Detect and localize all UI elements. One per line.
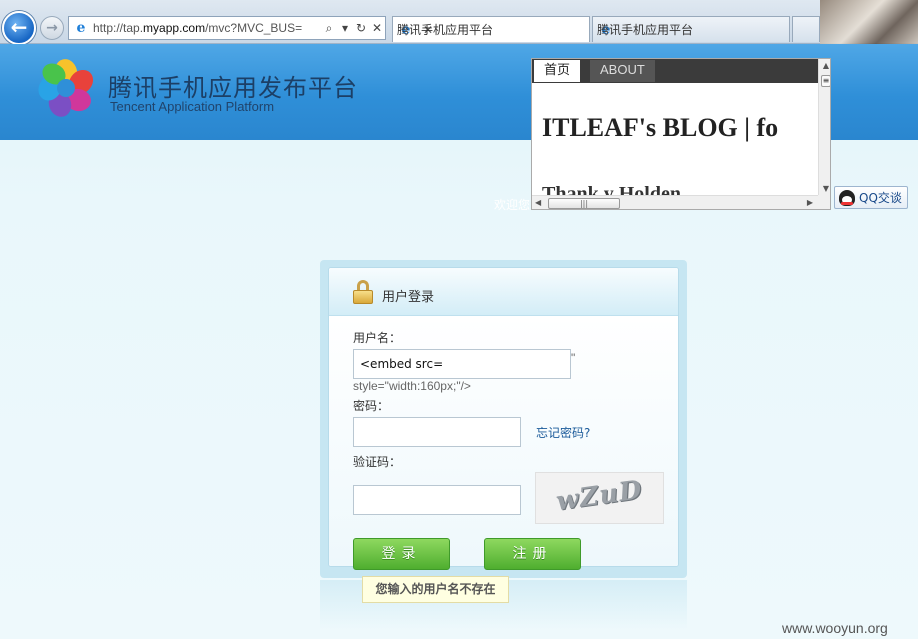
login-card-header: 用户登录 bbox=[329, 268, 678, 316]
qq-chat-button[interactable]: QQ交谈 bbox=[834, 186, 908, 209]
horizontal-scrollbar[interactable]: ◀ ||| ▶ bbox=[532, 195, 818, 209]
tab-active[interactable]: e 腾讯手机应用平台 ✕ bbox=[392, 16, 590, 42]
url-text[interactable]: http://tap.myapp.com/mvc?MVC_BUS= bbox=[93, 21, 321, 35]
forward-arrow-icon[interactable]: → bbox=[40, 16, 64, 40]
register-button[interactable]: 注册 bbox=[484, 538, 581, 570]
scroll-thumb[interactable]: ||| bbox=[548, 198, 620, 209]
captcha-input[interactable] bbox=[353, 485, 521, 515]
tencent-app-logo-icon bbox=[38, 59, 94, 117]
embed-nav-home[interactable]: 首页 bbox=[534, 60, 581, 82]
username-leak-quote: " bbox=[571, 351, 576, 365]
username-leak-style: style="width:160px;"/> bbox=[353, 379, 471, 393]
injected-embed-frame[interactable]: 首页 ABOUT ITLEAF's BLOG | fo Thank y Hold… bbox=[531, 58, 831, 210]
watermark: www.wooyun.org bbox=[782, 620, 888, 636]
back-arrow-icon[interactable]: ← bbox=[2, 11, 36, 45]
dropdown-arrow-icon[interactable]: ▾ bbox=[337, 21, 353, 35]
stop-icon[interactable]: ✕ bbox=[369, 21, 385, 35]
vertical-scrollbar[interactable]: ▲ ≡ ▼ bbox=[818, 59, 830, 195]
embed-nav-about[interactable]: ABOUT bbox=[590, 60, 655, 82]
qq-chat-label: QQ交谈 bbox=[859, 191, 902, 205]
site-title: 腾讯手机应用发布平台 bbox=[108, 74, 358, 102]
error-tooltip: 您输入的用户名不存在 bbox=[362, 576, 509, 603]
captcha-label: 验证码： bbox=[353, 455, 402, 469]
password-label: 密码： bbox=[353, 399, 390, 413]
embed-heading: ITLEAF's BLOG | fo bbox=[542, 113, 779, 142]
captcha-text: wZuD bbox=[554, 475, 645, 517]
embed-nav-bar: 首页 ABOUT bbox=[532, 59, 818, 83]
address-bar[interactable]: e http://tap.myapp.com/mvc?MVC_BUS= ⌕ ▾ … bbox=[68, 16, 386, 40]
tab-label: 腾讯手机应用平台 bbox=[597, 23, 694, 37]
scroll-up-icon[interactable]: ▲ bbox=[819, 61, 830, 70]
qq-penguin-icon bbox=[839, 189, 855, 206]
scroll-right-icon[interactable]: ▶ bbox=[807, 198, 813, 207]
tab-inactive[interactable]: e 腾讯手机应用平台 bbox=[592, 16, 790, 42]
search-icon[interactable]: ⌕ bbox=[321, 21, 337, 36]
welcome-text: 欢迎您 bbox=[494, 198, 531, 212]
tab-label: 腾讯手机应用平台 bbox=[397, 23, 494, 37]
captcha-image[interactable]: wZuD bbox=[535, 472, 664, 524]
refresh-icon[interactable]: ↻ bbox=[353, 21, 369, 35]
desktop-wallpaper-corner bbox=[820, 0, 918, 44]
site-subtitle: Tencent Application Platform bbox=[110, 99, 275, 114]
scroll-grip[interactable]: ≡ bbox=[821, 75, 830, 87]
username-label: 用户名： bbox=[353, 331, 402, 345]
forgot-password-link[interactable]: 忘记密码? bbox=[536, 424, 590, 441]
new-tab-button[interactable] bbox=[792, 16, 820, 42]
ie-logo-icon: e bbox=[76, 20, 86, 36]
browser-toolbar: ← → e http://tap.myapp.com/mvc?MVC_BUS= … bbox=[0, 0, 918, 45]
login-title: 用户登录 bbox=[382, 290, 435, 305]
username-input[interactable]: <embed src= bbox=[353, 349, 571, 379]
login-button[interactable]: 登录 bbox=[353, 538, 450, 570]
scroll-down-icon[interactable]: ▼ bbox=[819, 184, 830, 193]
password-input[interactable] bbox=[353, 417, 521, 447]
scroll-corner bbox=[818, 195, 830, 209]
lock-icon bbox=[353, 280, 373, 304]
scroll-left-icon[interactable]: ◀ bbox=[535, 198, 541, 207]
